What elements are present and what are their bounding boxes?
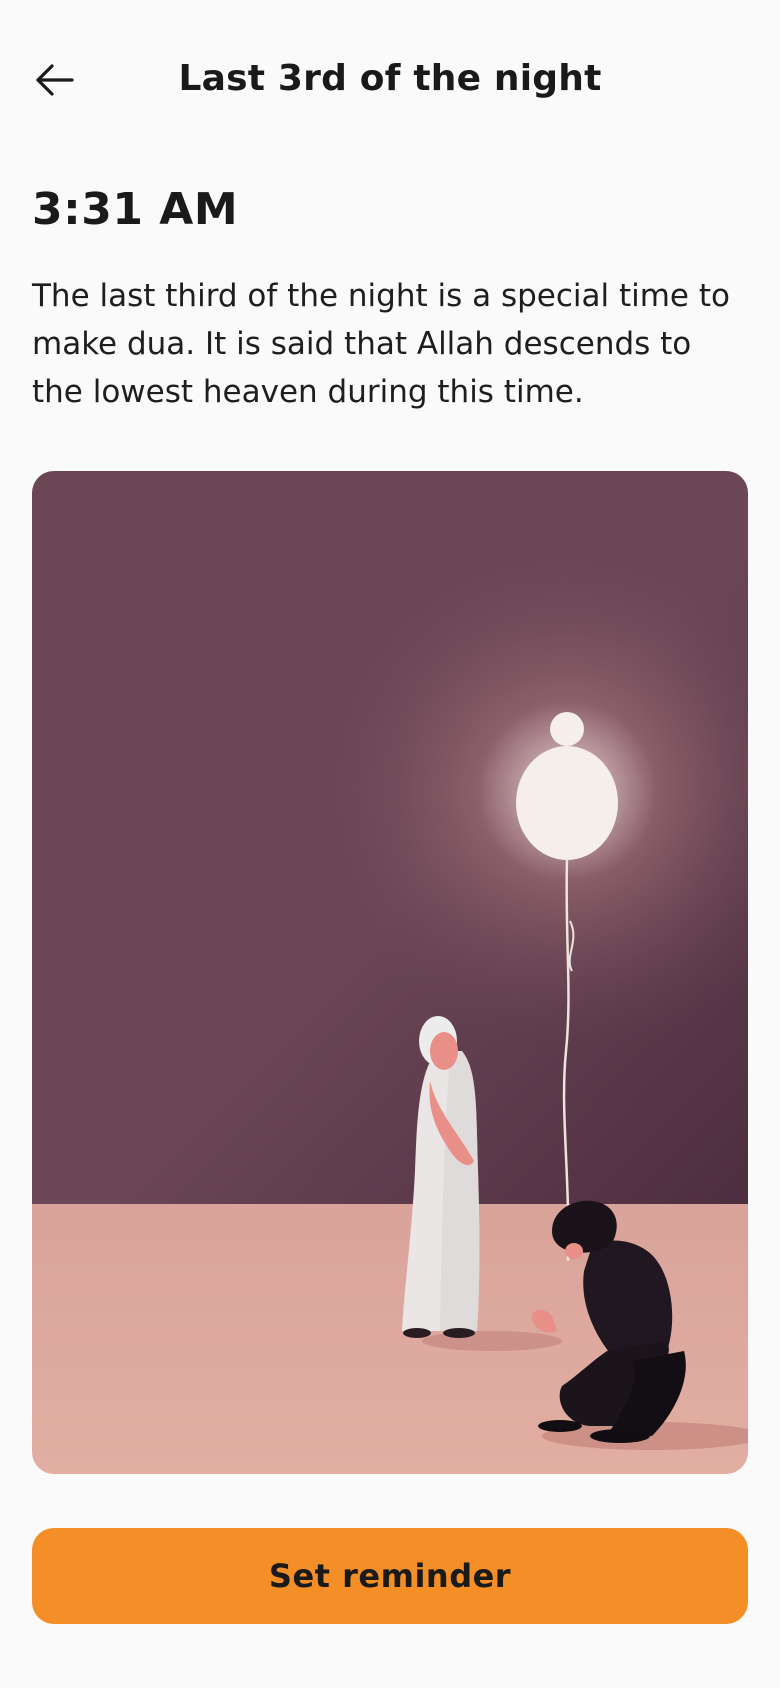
page-title: Last 3rd of the night [178, 58, 602, 99]
description-text: The last third of the night is a special… [32, 278, 730, 410]
set-reminder-button[interactable]: Set reminder [32, 1528, 748, 1624]
prayer-time: 3:31 AM [32, 184, 239, 235]
night-scene-illustration [32, 471, 748, 1474]
illustration-image [32, 471, 748, 1474]
top-bar: Last 3rd of the night [0, 40, 780, 120]
page: Last 3rd of the night 3:31 AM The last t… [0, 0, 780, 1688]
